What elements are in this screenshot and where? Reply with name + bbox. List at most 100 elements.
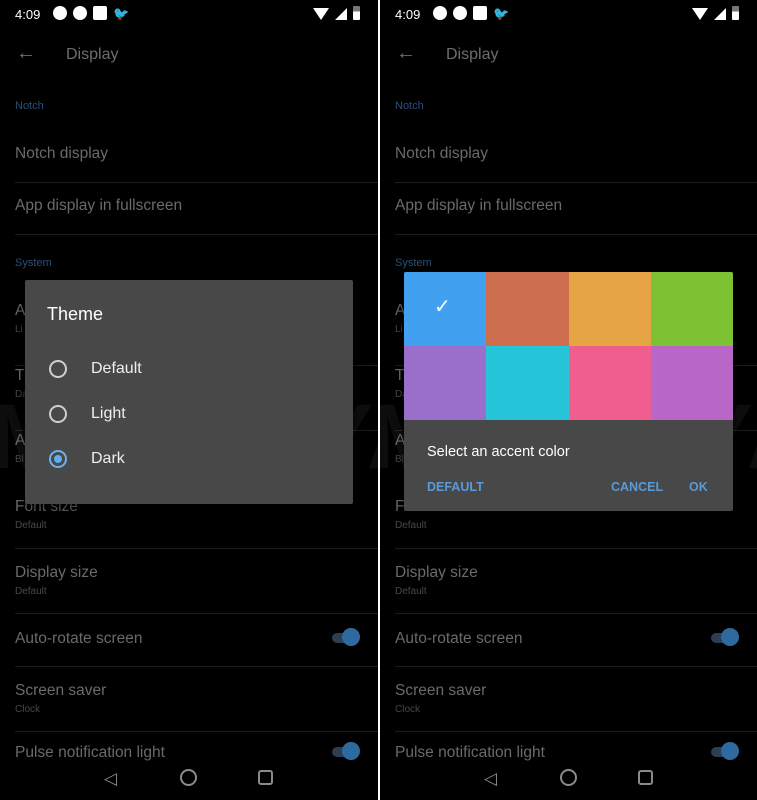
item-subtitle: Default bbox=[15, 586, 47, 597]
back-arrow-icon[interactable]: ← bbox=[16, 42, 36, 65]
page-title: Display bbox=[66, 46, 119, 63]
item-title: App display in fullscreen bbox=[15, 197, 183, 214]
radio-button[interactable] bbox=[49, 360, 67, 378]
settings-item[interactable]: Screen saver Clock bbox=[15, 682, 378, 715]
divider bbox=[395, 613, 757, 614]
messages-icon bbox=[53, 6, 67, 20]
status-time: 4:09 bbox=[15, 7, 41, 22]
theme-option-light[interactable]: Light bbox=[47, 401, 337, 431]
no-signal-icon bbox=[335, 8, 347, 20]
theme-option-dark[interactable]: Dark bbox=[47, 446, 337, 476]
twitter-icon: 🐦 bbox=[113, 6, 130, 21]
home-icon[interactable] bbox=[560, 769, 577, 786]
app-bar: ← Display bbox=[0, 40, 378, 70]
color-grid: ✓ bbox=[404, 272, 733, 420]
divider bbox=[15, 731, 378, 732]
check-icon: ✓ bbox=[434, 296, 451, 318]
divider bbox=[15, 182, 378, 183]
item-subtitle: Default bbox=[395, 586, 427, 597]
gallery-icon bbox=[473, 6, 487, 20]
item-subtitle: Clock bbox=[395, 704, 421, 715]
telegram-icon bbox=[73, 6, 87, 20]
twitter-icon: 🐦 bbox=[493, 6, 510, 21]
right-screen: 4:09 🐦 ← Display Notch Notch display App d… bbox=[380, 0, 757, 800]
navigation-bar: ◁ bbox=[380, 760, 757, 800]
recents-icon[interactable] bbox=[638, 770, 653, 785]
ok-button[interactable]: OK bbox=[689, 480, 708, 494]
telegram-icon bbox=[453, 6, 467, 20]
no-signal-icon bbox=[714, 8, 726, 20]
option-label: Light bbox=[91, 405, 126, 422]
item-title: Auto-rotate screen bbox=[15, 630, 143, 647]
divider bbox=[15, 613, 378, 614]
settings-item[interactable]: Notch display bbox=[15, 145, 378, 163]
back-icon[interactable]: ◁ bbox=[484, 769, 497, 789]
color-swatch[interactable] bbox=[568, 272, 651, 346]
app-bar: ← Display bbox=[380, 40, 757, 70]
accent-color-dialog: ✓ Select an accent color DEFAULT CANCEL OK bbox=[404, 272, 733, 511]
color-swatch[interactable] bbox=[486, 346, 569, 420]
color-swatch[interactable] bbox=[650, 272, 733, 346]
item-title: Notch display bbox=[395, 145, 489, 162]
item-subtitle: Clock bbox=[15, 704, 41, 715]
back-arrow-icon[interactable]: ← bbox=[396, 42, 416, 65]
battery-icon bbox=[732, 6, 739, 20]
settings-item[interactable]: Display size Default bbox=[15, 564, 378, 597]
wifi-icon bbox=[313, 8, 329, 20]
color-swatch[interactable] bbox=[650, 346, 733, 420]
settings-item[interactable]: App display in fullscreen bbox=[15, 197, 378, 215]
theme-dialog: Theme Default Light Dark bbox=[25, 280, 353, 504]
section-header: Notch bbox=[395, 100, 424, 112]
settings-item[interactable]: Screen saver Clock bbox=[395, 682, 757, 715]
dialog-title: Theme bbox=[47, 304, 104, 324]
item-title: Auto-rotate screen bbox=[395, 630, 523, 647]
item-title: Screen saver bbox=[395, 682, 487, 699]
divider bbox=[395, 666, 757, 667]
divider bbox=[395, 731, 757, 732]
default-button[interactable]: DEFAULT bbox=[427, 480, 484, 494]
cancel-button[interactable]: CANCEL bbox=[611, 480, 663, 494]
item-subtitle: Default bbox=[15, 520, 47, 531]
back-icon[interactable]: ◁ bbox=[104, 769, 117, 789]
settings-item[interactable]: Auto-rotate screen bbox=[395, 630, 757, 648]
divider bbox=[395, 234, 757, 235]
settings-item[interactable]: Notch display bbox=[395, 145, 757, 163]
wifi-icon bbox=[692, 8, 708, 20]
item-title: Notch display bbox=[15, 145, 109, 162]
gallery-icon bbox=[93, 6, 107, 20]
item-title: Display size bbox=[15, 564, 98, 581]
divider bbox=[15, 548, 378, 549]
settings-item[interactable]: Display size Default bbox=[395, 564, 757, 597]
status-bar: 4:09 🐦 bbox=[380, 0, 757, 28]
messages-icon bbox=[433, 6, 447, 20]
left-screen: 4:09 🐦 ← Display Notch Notch display App d… bbox=[0, 0, 378, 800]
settings-item[interactable]: App display in fullscreen bbox=[395, 197, 757, 215]
section-header: System bbox=[15, 257, 52, 269]
option-label: Default bbox=[91, 360, 142, 377]
radio-button[interactable] bbox=[49, 405, 67, 423]
divider bbox=[15, 666, 378, 667]
radio-button[interactable] bbox=[49, 450, 67, 468]
item-subtitle: Default bbox=[395, 520, 427, 531]
navigation-bar: ◁ bbox=[0, 760, 378, 800]
dialog-message: Select an accent color bbox=[427, 444, 570, 460]
page-title: Display bbox=[446, 46, 499, 63]
section-header: System bbox=[395, 257, 432, 269]
theme-option-default[interactable]: Default bbox=[47, 356, 337, 386]
settings-item[interactable]: Auto-rotate screen bbox=[15, 630, 378, 648]
color-swatch[interactable] bbox=[404, 346, 487, 420]
item-title: Screen saver bbox=[15, 682, 107, 699]
color-swatch[interactable] bbox=[486, 272, 569, 346]
section-header: Notch bbox=[15, 100, 44, 112]
status-bar: 4:09 🐦 bbox=[0, 0, 378, 28]
divider bbox=[395, 182, 757, 183]
divider bbox=[15, 234, 378, 235]
item-title: App display in fullscreen bbox=[395, 197, 563, 214]
color-swatch[interactable] bbox=[568, 346, 651, 420]
home-icon[interactable] bbox=[180, 769, 197, 786]
recents-icon[interactable] bbox=[258, 770, 273, 785]
status-time: 4:09 bbox=[395, 7, 421, 22]
color-swatch[interactable]: ✓ bbox=[404, 272, 487, 346]
option-label: Dark bbox=[91, 450, 125, 467]
item-title: Display size bbox=[395, 564, 478, 581]
